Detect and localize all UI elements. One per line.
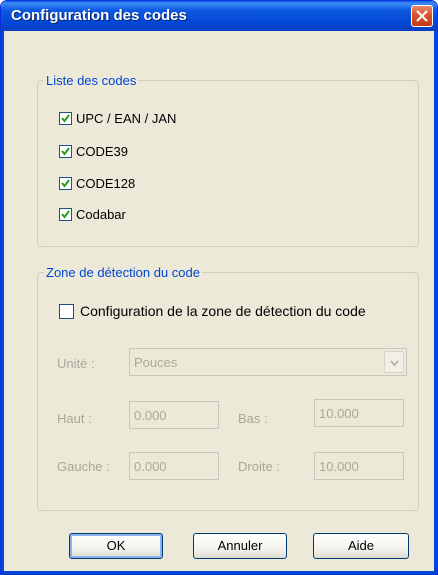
detection-zone-legend: Zone de détection du code (46, 265, 200, 280)
haut-label: Haut : (57, 411, 92, 426)
bas-input[interactable]: 10.000 (314, 399, 404, 427)
unit-select-value: Pouces (134, 355, 178, 370)
zone-config-checkbox[interactable] (59, 303, 74, 319)
title-bar[interactable]: Configuration des codes (1, 1, 437, 31)
close-icon (416, 10, 428, 22)
checkmark-icon (61, 147, 70, 156)
checkmark-icon (61, 114, 70, 123)
ok-button[interactable]: OK (69, 533, 163, 559)
upc-checkbox[interactable] (59, 112, 72, 125)
help-button[interactable]: Aide (313, 533, 409, 559)
gauche-label: Gauche : (57, 459, 110, 474)
droite-input[interactable]: 10.000 (314, 452, 404, 480)
dialog-window: Configuration des codes Liste des codes … (0, 0, 438, 575)
gauche-input[interactable]: 0.000 (129, 452, 219, 480)
unit-select[interactable]: Pouces (129, 348, 407, 376)
codes-group-legend: Liste des codes (46, 73, 137, 88)
window-frame-left (1, 31, 4, 574)
code-option-code39[interactable]: CODE39 (59, 144, 128, 159)
checkmark-icon (61, 179, 70, 188)
window-frame-right (434, 31, 437, 574)
codabar-checkbox[interactable] (59, 208, 72, 221)
code-option-codabar[interactable]: Codabar (59, 207, 126, 222)
code39-checkbox[interactable] (59, 145, 72, 158)
cancel-button[interactable]: Annuler (193, 533, 287, 559)
checkmark-icon (61, 210, 70, 219)
zone-config-label: Configuration de la zone de détection du… (80, 303, 366, 319)
close-button[interactable] (411, 5, 433, 27)
zone-config-option[interactable]: Configuration de la zone de détection du… (59, 303, 366, 319)
code-option-upc[interactable]: UPC / EAN / JAN (59, 111, 176, 126)
droite-label: Droite : (238, 459, 280, 474)
upc-label: UPC / EAN / JAN (76, 111, 177, 126)
code39-label: CODE39 (76, 144, 129, 159)
window-title: Configuration des codes (11, 7, 187, 24)
codabar-label: Codabar (76, 207, 126, 222)
code128-label: CODE128 (76, 176, 136, 191)
code128-checkbox[interactable] (59, 177, 72, 190)
unit-label: Unité : (57, 356, 95, 371)
dropdown-button[interactable] (384, 351, 404, 373)
code-option-code128[interactable]: CODE128 (59, 176, 135, 191)
window-frame-bottom (1, 571, 437, 574)
haut-input[interactable]: 0.000 (129, 401, 219, 429)
bas-label: Bas : (238, 411, 268, 426)
chevron-down-icon (390, 360, 399, 366)
